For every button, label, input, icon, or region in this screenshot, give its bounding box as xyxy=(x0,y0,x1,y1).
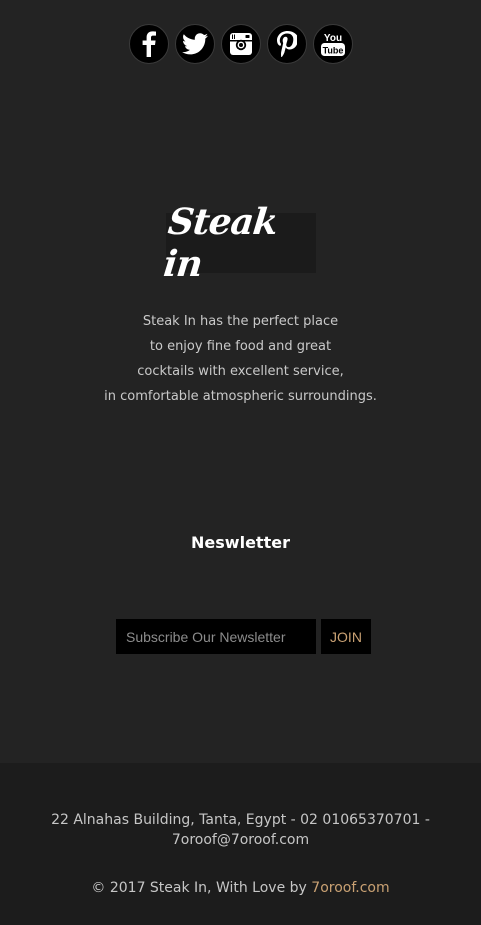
copyright: © 2017 Steak In, With Love by 7oroof.com xyxy=(0,880,481,896)
facebook-icon xyxy=(142,31,156,57)
email-text: 7oroof@7oroof.com xyxy=(171,832,310,848)
newsletter-email-input[interactable] xyxy=(116,619,316,654)
svg-text:Tube: Tube xyxy=(322,46,343,56)
pinterest-icon xyxy=(276,31,297,57)
youtube-icon: You Tube xyxy=(320,33,345,56)
join-button[interactable]: JOIN xyxy=(321,619,371,654)
copyright-text: © 2017 Steak In, With Love by xyxy=(91,880,312,896)
facebook-link[interactable] xyxy=(128,24,169,64)
about-line: to enjoy fine food and great xyxy=(149,339,332,354)
pinterest-link[interactable] xyxy=(266,24,307,64)
newsletter-title: Neswletter xyxy=(191,533,290,552)
instagram-icon xyxy=(229,33,252,55)
about-line: cocktails with excellent service, xyxy=(137,364,344,379)
address-line: 22 Alnahas Building, Tanta, Egypt - 02 0… xyxy=(51,812,430,828)
site-logo[interactable]: Steak in xyxy=(162,201,316,285)
social-links: You Tube xyxy=(0,24,481,64)
footer-address: 22 Alnahas Building, Tanta, Egypt - 02 0… xyxy=(0,810,481,850)
about-text: Steak In has the perfect place to enjoy … xyxy=(0,309,481,409)
logo-text: Steak in xyxy=(161,201,280,285)
about-line: in comfortable atmospheric surroundings. xyxy=(104,389,377,404)
newsletter-form: JOIN xyxy=(116,619,371,654)
author-link[interactable]: 7oroof.com xyxy=(311,880,389,896)
about-line: Steak In has the perfect place xyxy=(142,314,339,329)
twitter-icon xyxy=(181,33,208,55)
youtube-link[interactable]: You Tube xyxy=(312,24,353,64)
svg-text:You: You xyxy=(323,33,341,44)
footer: 22 Alnahas Building, Tanta, Egypt - 02 0… xyxy=(0,763,481,925)
instagram-link[interactable] xyxy=(220,24,261,64)
twitter-link[interactable] xyxy=(174,24,215,64)
